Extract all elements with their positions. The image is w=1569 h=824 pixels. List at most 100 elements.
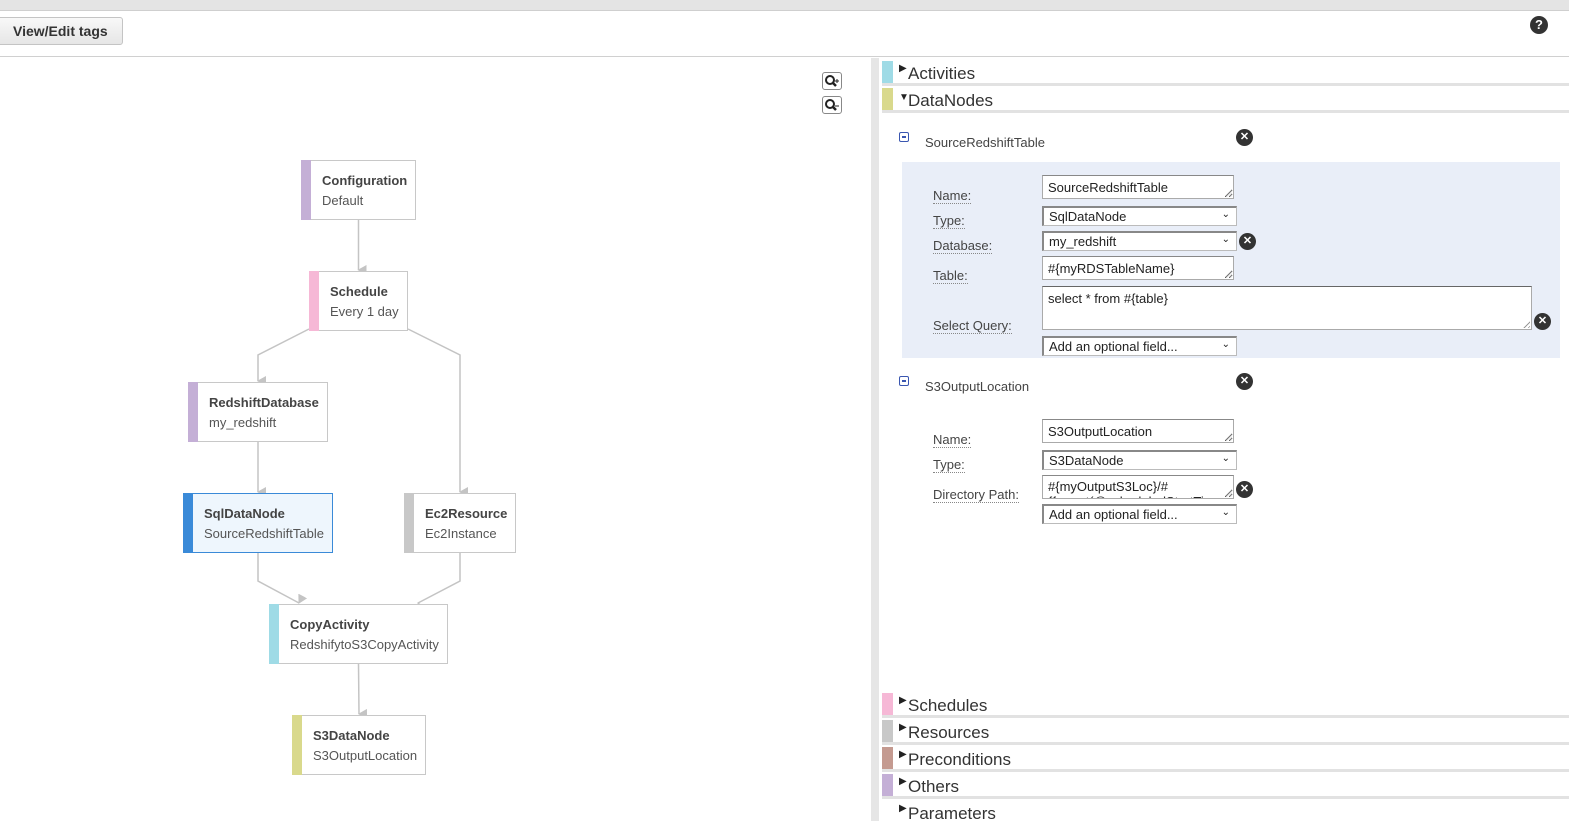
view-edit-tags-button[interactable]: View/Edit tags xyxy=(0,17,123,45)
resize-grip[interactable] xyxy=(1223,269,1232,278)
select-query-label: Select Query: xyxy=(933,318,1012,334)
select-query-value: select * from #{table} xyxy=(1048,291,1168,306)
graph-node-configuration[interactable]: Configuration Default xyxy=(301,160,416,220)
node-type: Ec2Resource xyxy=(425,506,508,521)
section-datanodes[interactable]: ▼ DataNodes xyxy=(882,85,1569,113)
delete-object-icon[interactable]: ✕ xyxy=(1236,373,1253,390)
type-label: Type: xyxy=(933,213,965,229)
graph-node-redshiftdatabase[interactable]: RedshiftDatabase my_redshift xyxy=(188,382,328,442)
panel-splitter[interactable] xyxy=(871,58,879,821)
type-select[interactable]: S3DataNode ⌄ xyxy=(1042,450,1237,470)
optional-field-placeholder: Add an optional field... xyxy=(1049,339,1178,354)
graph-node-copyactivity[interactable]: CopyActivity RedshifytoS3CopyActivity xyxy=(269,604,448,664)
section-title: Parameters xyxy=(908,804,996,823)
resize-grip[interactable] xyxy=(1223,488,1232,497)
type-value: S3DataNode xyxy=(1049,453,1124,468)
node-type: Schedule xyxy=(330,284,388,299)
expand-triangle-icon: ▶ xyxy=(899,63,907,74)
datanode-form: Name: S3OutputLocation Type: S3DataNode ⌄… xyxy=(902,406,1560,536)
graph-node-ec2resource[interactable]: Ec2Resource Ec2Instance xyxy=(404,493,516,553)
expand-triangle-icon: ▶ xyxy=(899,776,907,787)
database-select[interactable]: my_redshift ⌄ xyxy=(1042,231,1237,251)
expand-triangle-icon: ▶ xyxy=(899,695,907,706)
section-title: Others xyxy=(908,777,960,796)
object-title: SourceRedshiftTable xyxy=(925,135,1045,150)
type-value: SqlDataNode xyxy=(1049,209,1127,224)
name-input[interactable]: S3OutputLocation xyxy=(1042,419,1234,443)
graph-edges xyxy=(257,220,468,719)
section-title: DataNodes xyxy=(908,91,994,110)
section-others[interactable]: ▶ Others xyxy=(882,771,1569,799)
node-color-bar xyxy=(269,604,279,664)
expand-triangle-icon: ▶ xyxy=(899,803,907,814)
section-color-swatch xyxy=(882,747,893,769)
directory-path-value: #{myOutputS3Loc}/#{format(@scheduledStar… xyxy=(1048,479,1225,498)
node-color-bar xyxy=(183,493,193,553)
help-icon[interactable]: ? xyxy=(1530,16,1548,34)
resize-grip[interactable] xyxy=(1223,432,1232,441)
resize-grip[interactable] xyxy=(1223,188,1232,197)
add-optional-field-select[interactable]: Add an optional field... ⌄ xyxy=(1042,336,1237,356)
graph-edge-ec2resource-to-copyactivity xyxy=(417,553,461,613)
type-select[interactable]: SqlDataNode ⌄ xyxy=(1042,206,1237,226)
add-optional-field-select[interactable]: Add an optional field... ⌄ xyxy=(1042,504,1237,524)
graph-node-s3datanode[interactable]: S3DataNode S3OutputLocation xyxy=(292,715,426,775)
graph-node-schedule[interactable]: Schedule Every 1 day xyxy=(309,271,408,331)
collapse-object-icon[interactable] xyxy=(899,376,909,386)
type-label: Type: xyxy=(933,457,965,473)
node-type: S3DataNode xyxy=(313,728,390,743)
graph-edge-sqldatanode-to-copyactivity xyxy=(257,553,308,604)
section-preconditions[interactable]: ▶ Preconditions xyxy=(882,744,1569,772)
name-value: S3OutputLocation xyxy=(1048,424,1153,439)
remove-database-icon[interactable]: ✕ xyxy=(1239,233,1256,250)
section-title: Resources xyxy=(908,723,990,742)
graph-node-sqldatanode[interactable]: SqlDataNode SourceRedshiftTable xyxy=(183,493,333,553)
section-parameters[interactable]: ▶ Parameters xyxy=(882,798,1569,824)
section-activities[interactable]: ▶ Activities xyxy=(882,58,1569,86)
section-color-swatch xyxy=(882,774,893,796)
remove-directory-path-icon[interactable]: ✕ xyxy=(1236,481,1253,498)
expand-triangle-icon: ▶ xyxy=(899,722,907,733)
database-value: my_redshift xyxy=(1049,234,1117,249)
collapse-object-icon[interactable] xyxy=(899,132,909,142)
section-resources[interactable]: ▶ Resources xyxy=(882,717,1569,745)
name-label: Name: xyxy=(933,432,972,448)
chevron-down-icon: ⌄ xyxy=(1221,209,1230,220)
datanode-form: Name: SourceRedshiftTable Type: SqlDataN… xyxy=(902,162,1560,358)
node-name: RedshifytoS3CopyActivity xyxy=(290,637,439,652)
node-type: CopyActivity xyxy=(290,617,370,632)
chevron-down-icon: ⌄ xyxy=(1221,234,1230,245)
section-title: Schedules xyxy=(908,696,988,715)
node-color-bar xyxy=(309,271,319,331)
section-schedules[interactable]: ▶ Schedules xyxy=(882,690,1569,718)
select-query-textarea[interactable]: select * from #{table} xyxy=(1042,286,1532,330)
section-title: Preconditions xyxy=(908,750,1012,769)
node-name: Every 1 day xyxy=(330,304,399,319)
table-input[interactable]: #{myRDSTableName} xyxy=(1042,256,1234,280)
delete-object-icon[interactable]: ✕ xyxy=(1236,129,1253,146)
section-color-swatch xyxy=(882,61,893,83)
chevron-down-icon: ⌄ xyxy=(1221,507,1230,518)
section-color-swatch xyxy=(882,693,893,715)
node-color-bar xyxy=(188,382,198,442)
resize-grip[interactable] xyxy=(1521,319,1530,328)
table-label: Table: xyxy=(933,268,968,284)
chevron-down-icon: ⌄ xyxy=(1221,339,1230,350)
node-name: Default xyxy=(322,193,364,208)
optional-field-placeholder: Add an optional field... xyxy=(1049,507,1178,522)
table-value: #{myRDSTableName} xyxy=(1048,261,1175,276)
name-input[interactable]: SourceRedshiftTable xyxy=(1042,175,1234,199)
directory-path-input[interactable]: #{myOutputS3Loc}/#{format(@scheduledStar… xyxy=(1042,475,1234,499)
top-bar xyxy=(0,0,1569,11)
pipeline-graph[interactable]: Configuration Default Schedule Every 1 day R… xyxy=(0,58,871,821)
node-color-bar xyxy=(292,715,302,775)
node-name: SourceRedshiftTable xyxy=(204,526,324,541)
node-type: Configuration xyxy=(322,173,408,188)
node-name: S3OutputLocation xyxy=(313,748,418,763)
node-name: my_redshift xyxy=(209,415,277,430)
section-title: Activities xyxy=(908,64,976,83)
datanode-header: SourceRedshiftTable ✕ xyxy=(879,128,1569,154)
remove-select-query-icon[interactable]: ✕ xyxy=(1534,313,1551,330)
name-value: SourceRedshiftTable xyxy=(1048,180,1168,195)
datanode-header: S3OutputLocation ✕ xyxy=(879,372,1569,398)
